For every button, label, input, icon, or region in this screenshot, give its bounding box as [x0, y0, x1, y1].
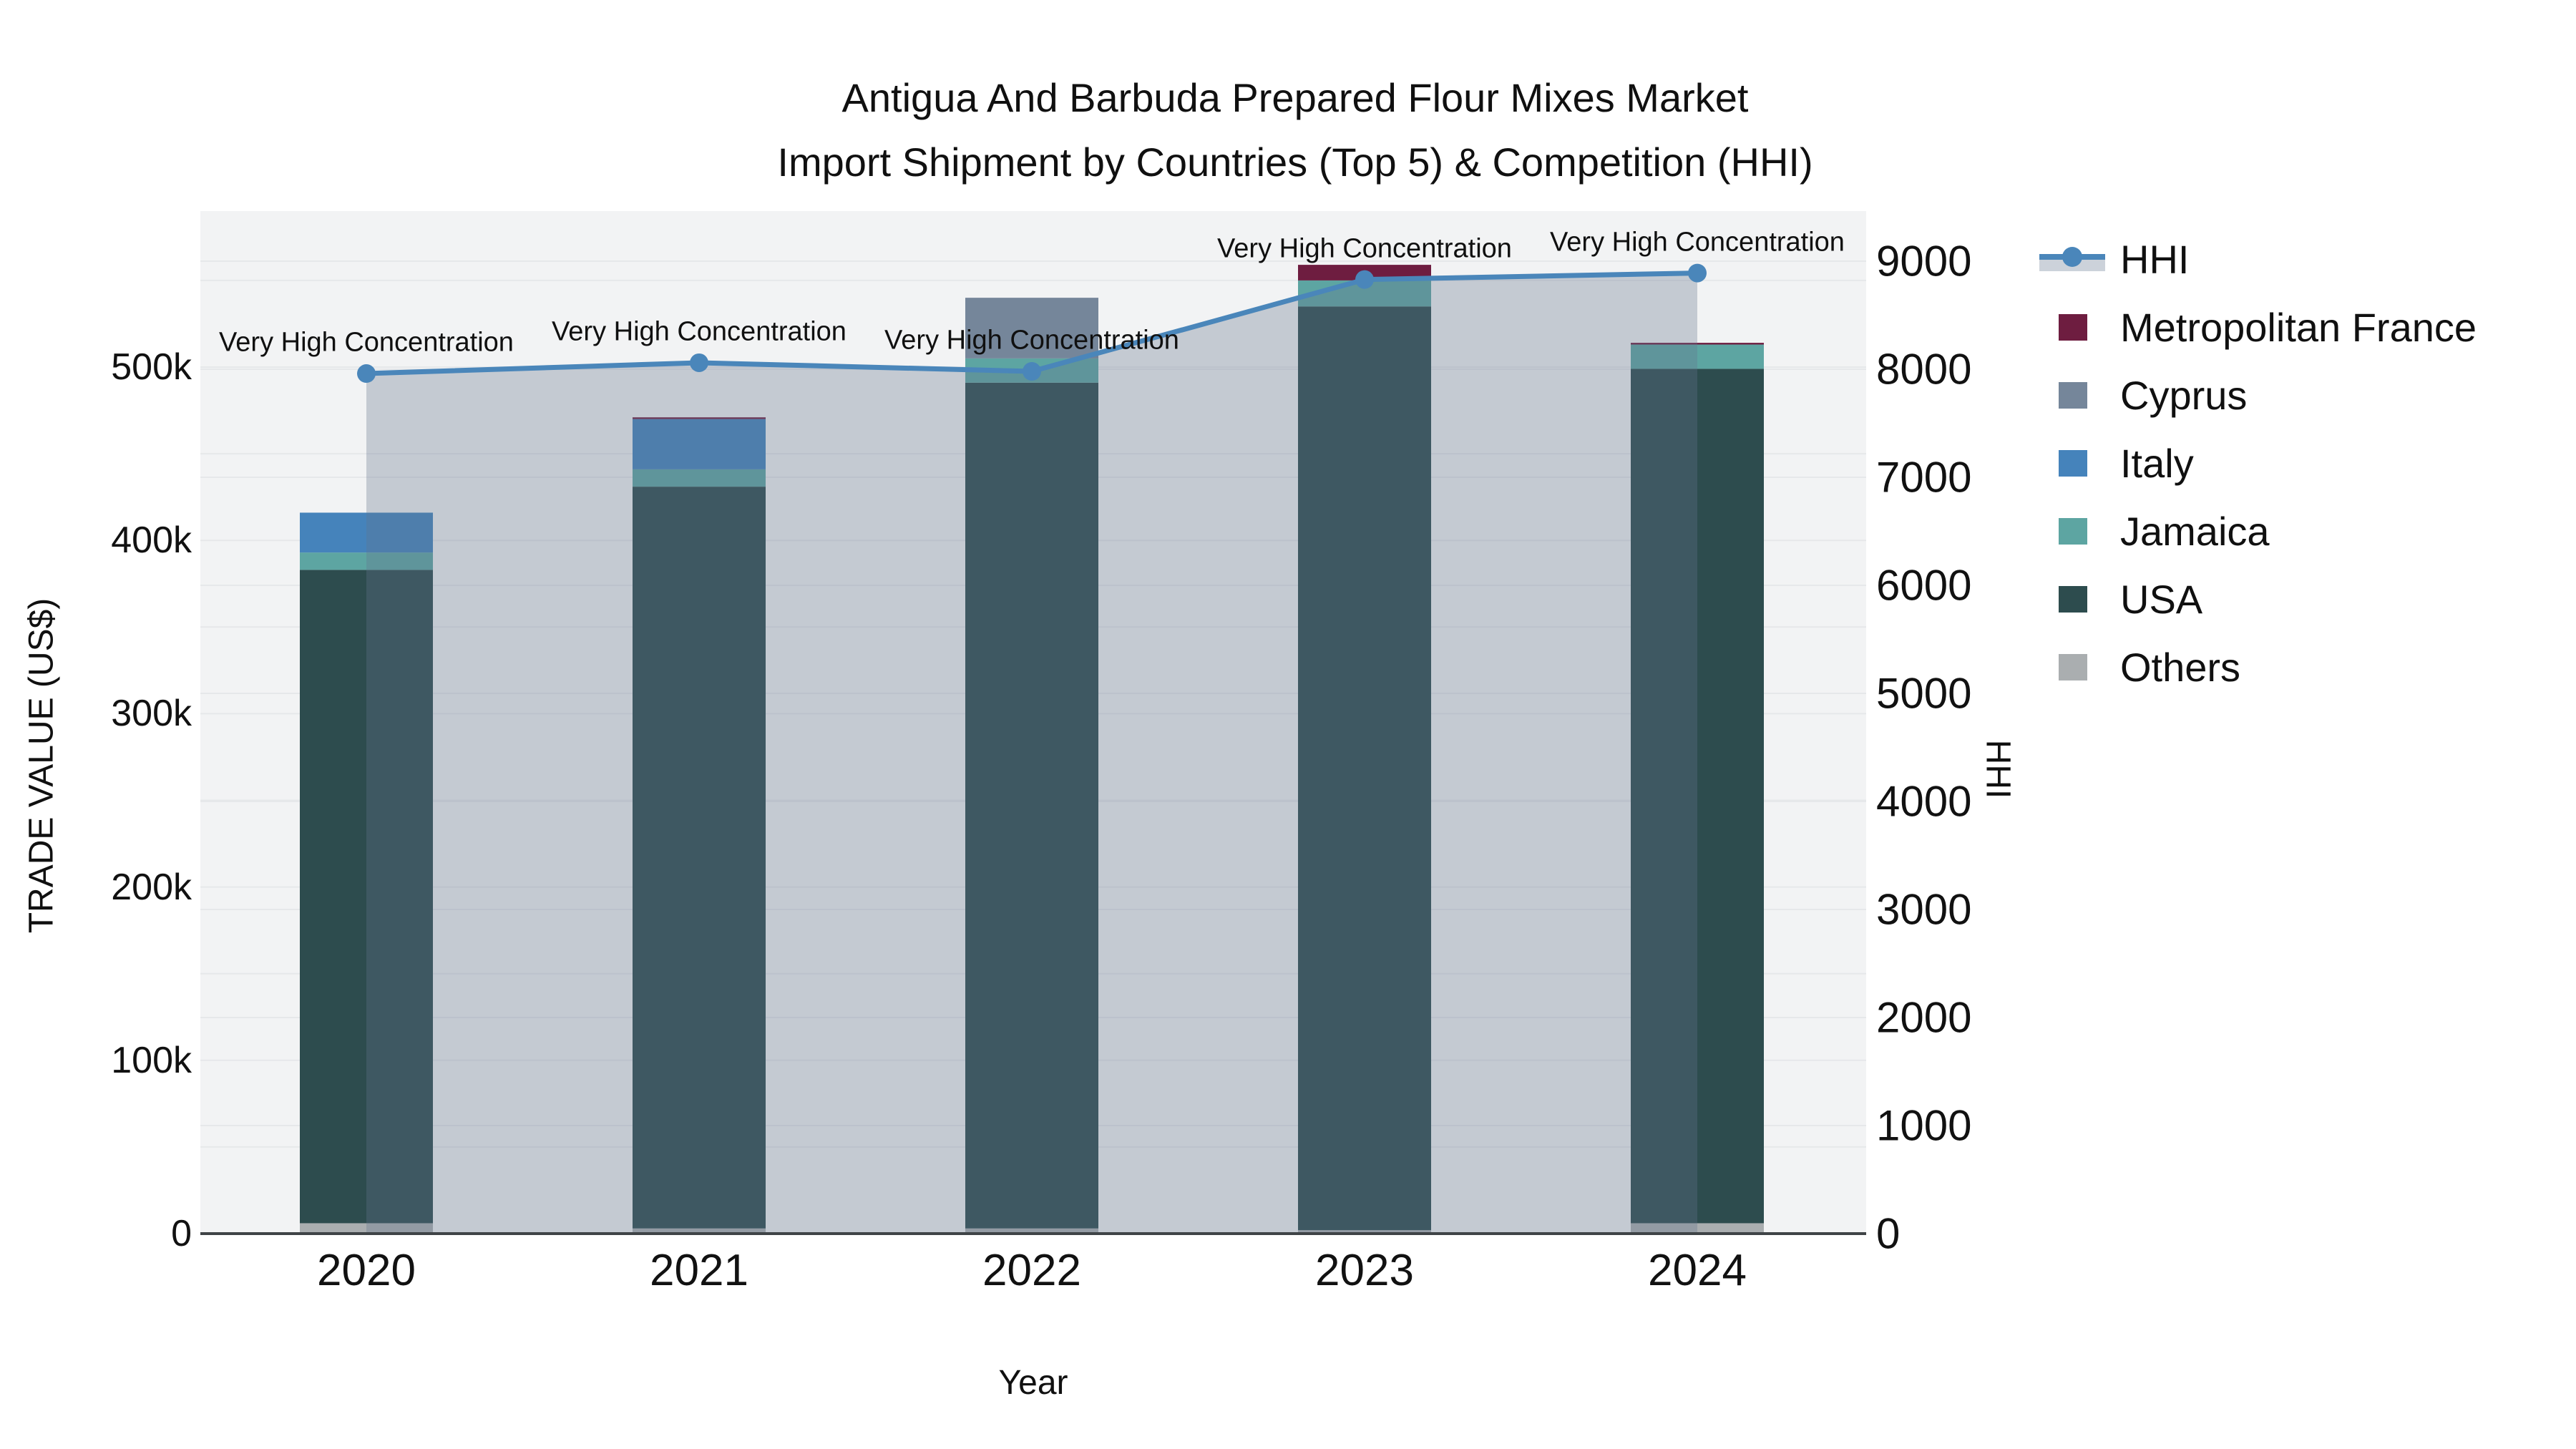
chart-root: Antigua And Barbuda Prepared Flour Mixes…: [0, 0, 2576, 1449]
legend-color-swatch-icon: [2039, 565, 2120, 633]
hhi-area-fill: [366, 273, 1697, 1234]
y-right-tick-5000: 5000: [1876, 669, 1972, 718]
legend-swatch-italy-icon: [2059, 450, 2087, 477]
y-right-tick-8000: 8000: [1876, 345, 1972, 394]
legend-color-swatch-icon: [2039, 633, 2120, 701]
hhi-marker-2020[interactable]: [357, 364, 376, 384]
legend-swatch-metropolitan-france-icon: [2059, 314, 2087, 341]
legend-hhi-line-swatch-icon: [2039, 225, 2120, 293]
x-tick-2020: 2020: [317, 1246, 416, 1295]
legend-label: Metropolitan France: [2120, 305, 2477, 350]
y-left-tick-0: 0: [171, 1213, 192, 1254]
legend-label: Cyprus: [2120, 373, 2248, 418]
legend-item-usa[interactable]: USA: [2039, 565, 2477, 633]
chart-title-line2: Import Shipment by Countries (Top 5) & C…: [777, 140, 1813, 185]
legend-label: Italy: [2120, 441, 2194, 486]
x-tick-2024: 2024: [1648, 1246, 1747, 1295]
y-right-tick-2000: 2000: [1876, 993, 1972, 1042]
annotation-2024: Very High Concentration: [1550, 227, 1845, 258]
legend-swatch-cyprus-icon: [2059, 382, 2087, 409]
y-right-tick-0: 0: [1876, 1209, 1901, 1258]
annotation-2020: Very High Concentration: [219, 327, 514, 358]
legend-swatch-others-icon: [2059, 654, 2087, 680]
x-tick-2021: 2021: [650, 1246, 748, 1295]
chart-title-line1: Antigua And Barbuda Prepared Flour Mixes…: [841, 75, 1749, 120]
hhi-marker-2023[interactable]: [1355, 270, 1374, 289]
legend-color-swatch-icon: [2039, 293, 2120, 361]
hhi-marker-2021[interactable]: [690, 353, 708, 372]
legend-color-swatch-icon: [2039, 497, 2120, 565]
y-right-tick-1000: 1000: [1876, 1101, 1972, 1150]
legend-color-swatch-icon: [2039, 361, 2120, 429]
y-left-tick-400k: 400k: [111, 519, 192, 562]
legend-label: Jamaica: [2120, 509, 2270, 554]
y-right-tick-6000: 6000: [1876, 561, 1972, 610]
y-left-tick-200k: 200k: [111, 866, 192, 908]
legend-item-cyprus[interactable]: Cyprus: [2039, 361, 2477, 429]
legend-item-hhi[interactable]: HHI: [2039, 225, 2477, 293]
legend-label: USA: [2120, 577, 2203, 622]
legend-swatch-usa-icon: [2059, 586, 2087, 613]
y-right-axis-title: HHI: [1979, 739, 2017, 799]
annotation-2022: Very High Concentration: [884, 325, 1179, 356]
legend-item-metropolitan-france[interactable]: Metropolitan France: [2039, 293, 2477, 361]
legend-color-swatch-icon: [2039, 429, 2120, 497]
legend-label: HHI: [2120, 237, 2190, 282]
annotation-2021: Very High Concentration: [552, 316, 847, 347]
y-left-tick-500k: 500k: [111, 346, 192, 388]
y-right-tick-9000: 9000: [1876, 237, 1972, 286]
legend-item-jamaica[interactable]: Jamaica: [2039, 497, 2477, 565]
y-left-tick-300k: 300k: [111, 693, 192, 735]
legend-label: Others: [2120, 645, 2241, 690]
annotation-2023: Very High Concentration: [1217, 233, 1512, 264]
x-tick-2022: 2022: [982, 1246, 1081, 1295]
y-left-tick-100k: 100k: [111, 1039, 192, 1081]
chart-title: Antigua And Barbuda Prepared Flour Mixes…: [0, 66, 2576, 195]
y-right-tick-4000: 4000: [1876, 777, 1972, 826]
hhi-marker-2022[interactable]: [1023, 362, 1041, 381]
y-right-tick-3000: 3000: [1876, 885, 1972, 934]
legend-hhi-dot-icon: [2062, 247, 2082, 267]
plot-canvas: [200, 211, 1866, 1235]
legend-item-others[interactable]: Others: [2039, 633, 2477, 701]
x-tick-2023: 2023: [1315, 1246, 1414, 1295]
legend-swatch-jamaica-icon: [2059, 518, 2087, 545]
legend: HHI Metropolitan France Cyprus Italy Jamaica…: [2039, 225, 2477, 701]
legend-item-italy[interactable]: Italy: [2039, 429, 2477, 497]
x-axis-title: Year: [998, 1364, 1068, 1402]
y-right-tick-7000: 7000: [1876, 453, 1972, 502]
hhi-marker-2024[interactable]: [1688, 263, 1707, 283]
